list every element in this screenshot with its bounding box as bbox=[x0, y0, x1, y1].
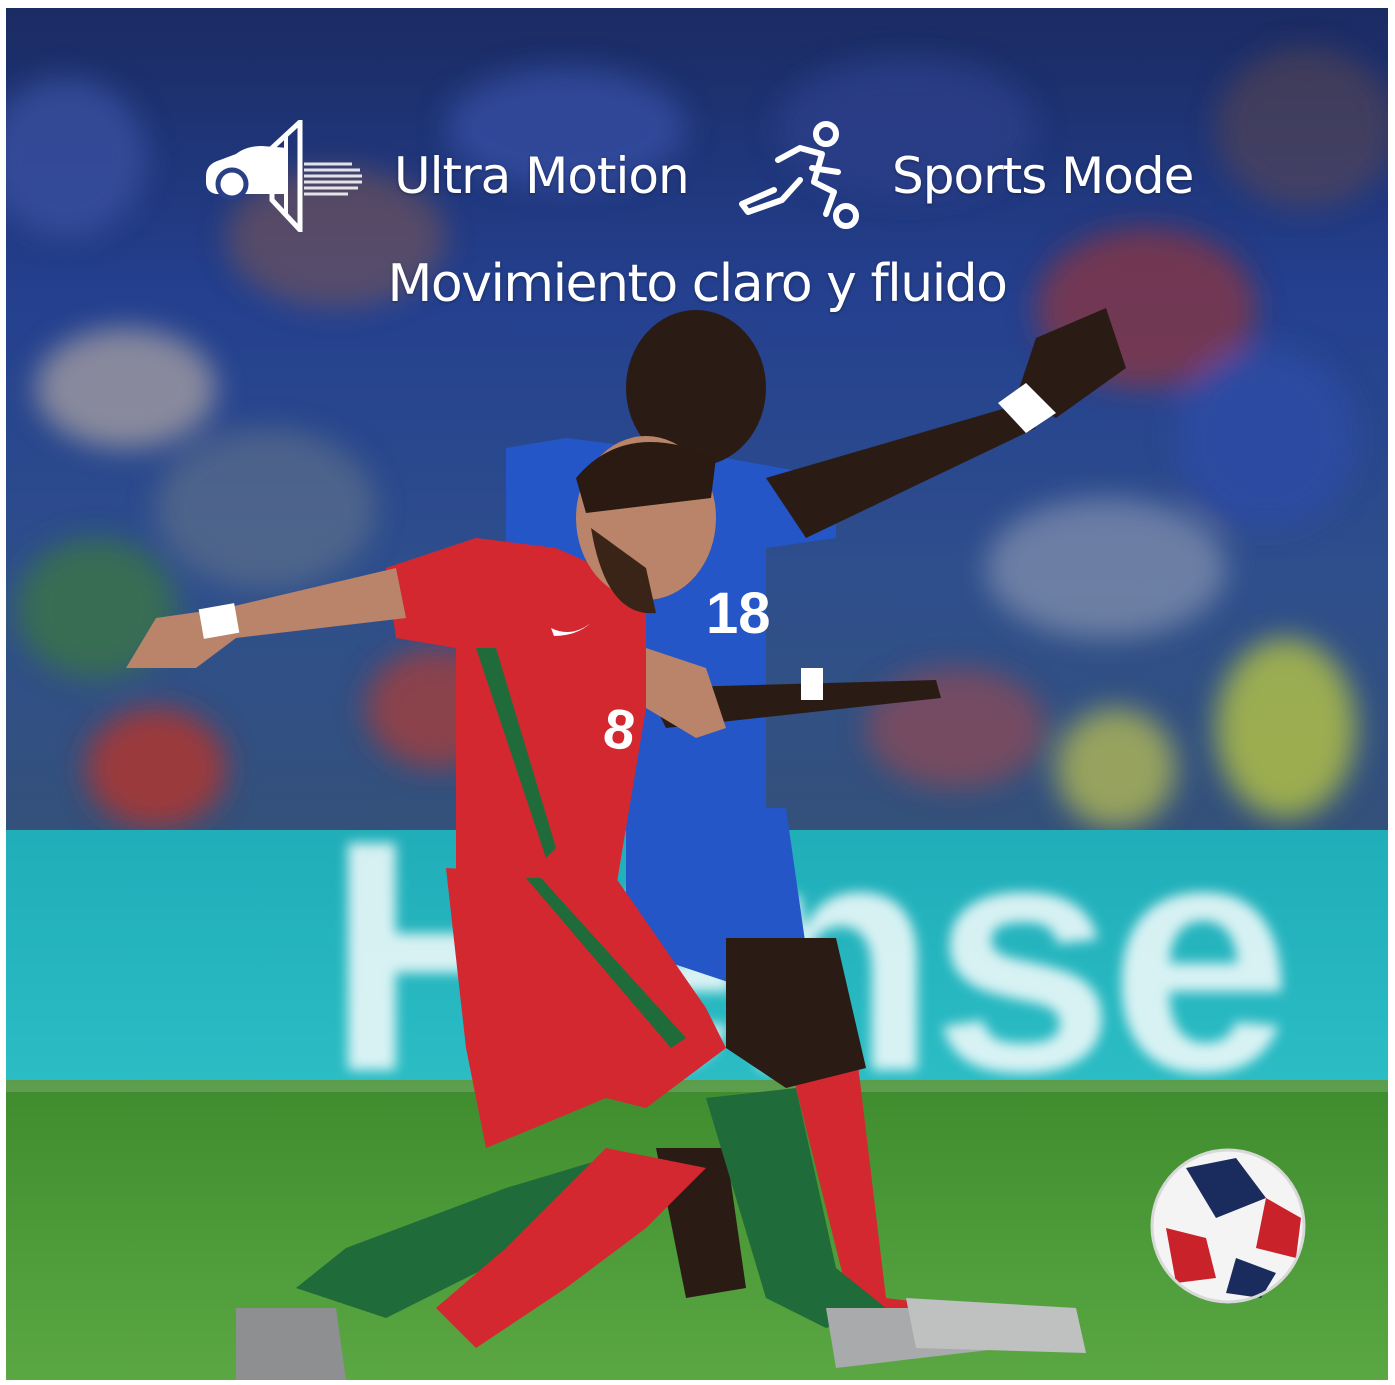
running-player-icon bbox=[738, 120, 862, 232]
feature-label-sports-mode: Sports Mode bbox=[892, 147, 1194, 205]
subtitle: Movimiento claro y fluido bbox=[387, 254, 1008, 314]
ultra-motion-car-icon bbox=[202, 120, 366, 232]
feature-label-ultra-motion: Ultra Motion bbox=[394, 147, 690, 205]
football-ball bbox=[1150, 1148, 1306, 1304]
feature-sports-mode: Sports Mode bbox=[738, 116, 1194, 236]
feature-ultra-motion: Ultra Motion bbox=[202, 116, 690, 236]
blue-jersey-number: 18 bbox=[706, 581, 771, 646]
hero-banner: Hense 18 bbox=[6, 8, 1388, 1380]
